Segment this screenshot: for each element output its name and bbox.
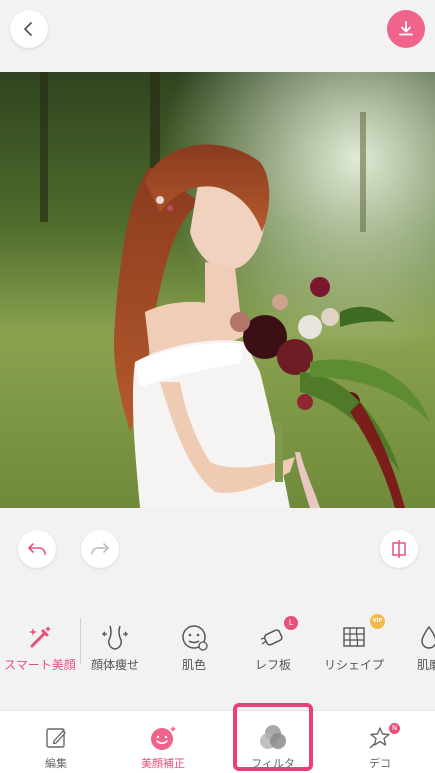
vip-badge: VIP bbox=[370, 614, 385, 629]
beauty-face-icon bbox=[113, 721, 213, 755]
download-icon bbox=[399, 21, 413, 36]
top-bar bbox=[0, 0, 435, 72]
reflector-icon: L bbox=[230, 616, 316, 654]
download-button[interactable] bbox=[387, 10, 425, 48]
tool-skin-smooth[interactable]: 肌磨 bbox=[386, 620, 435, 680]
magic-wand-icon bbox=[0, 620, 83, 654]
nav-deco[interactable]: N デコ bbox=[330, 711, 430, 773]
tool-label: スマート美顔 bbox=[4, 658, 76, 672]
new-badge: N bbox=[389, 723, 400, 734]
undo-icon bbox=[28, 543, 46, 555]
beauty-tools-row: スマート美顔 顔体痩せ 肌色 L レフ板 VIP リシェイプ 肌磨 bbox=[0, 590, 435, 710]
nav-edit[interactable]: 編集 bbox=[6, 711, 106, 773]
redo-button[interactable] bbox=[81, 530, 119, 568]
photo-canvas[interactable] bbox=[0, 72, 435, 508]
reshape-grid-icon: VIP bbox=[311, 614, 397, 654]
undo-button[interactable] bbox=[18, 530, 56, 568]
tool-label: 顔体痩せ bbox=[90, 658, 139, 672]
tool-smart-beauty[interactable]: スマート美顔 bbox=[0, 620, 83, 680]
nav-label: デコ bbox=[369, 757, 391, 770]
bride-photo bbox=[0, 72, 435, 508]
nav-label: 美顔補正 bbox=[141, 757, 185, 770]
skin-icon bbox=[386, 620, 435, 654]
tool-slim[interactable]: 顔体痩せ bbox=[72, 620, 158, 680]
tool-reflector[interactable]: L レフ板 bbox=[230, 616, 316, 680]
tool-label: 肌色 bbox=[181, 658, 206, 672]
tool-skin-tone[interactable]: 肌色 bbox=[151, 620, 237, 680]
nav-beauty[interactable]: 美顔補正 bbox=[113, 711, 213, 773]
compare-button[interactable] bbox=[380, 530, 418, 568]
tool-label: リシェイプ bbox=[323, 658, 384, 672]
face-icon bbox=[151, 620, 237, 654]
tool-reshape[interactable]: VIP リシェイプ bbox=[311, 614, 397, 680]
redo-icon bbox=[91, 543, 109, 555]
back-button[interactable] bbox=[10, 10, 48, 48]
chevron-left-icon bbox=[24, 22, 32, 36]
edit-icon bbox=[6, 721, 106, 755]
tool-label: 肌磨 bbox=[416, 658, 435, 672]
tool-label: レフ板 bbox=[254, 658, 291, 672]
sticker-icon: N bbox=[330, 721, 430, 755]
nav-label: 編集 bbox=[45, 757, 67, 770]
bottom-navigation: 編集 美顔補正 フィルタ N デコ bbox=[0, 710, 435, 773]
filter-highlight-frame bbox=[233, 703, 313, 771]
edit-controls-row bbox=[0, 508, 435, 590]
body-slim-icon bbox=[72, 620, 158, 654]
new-badge: L bbox=[284, 616, 298, 630]
compare-icon bbox=[392, 540, 406, 558]
